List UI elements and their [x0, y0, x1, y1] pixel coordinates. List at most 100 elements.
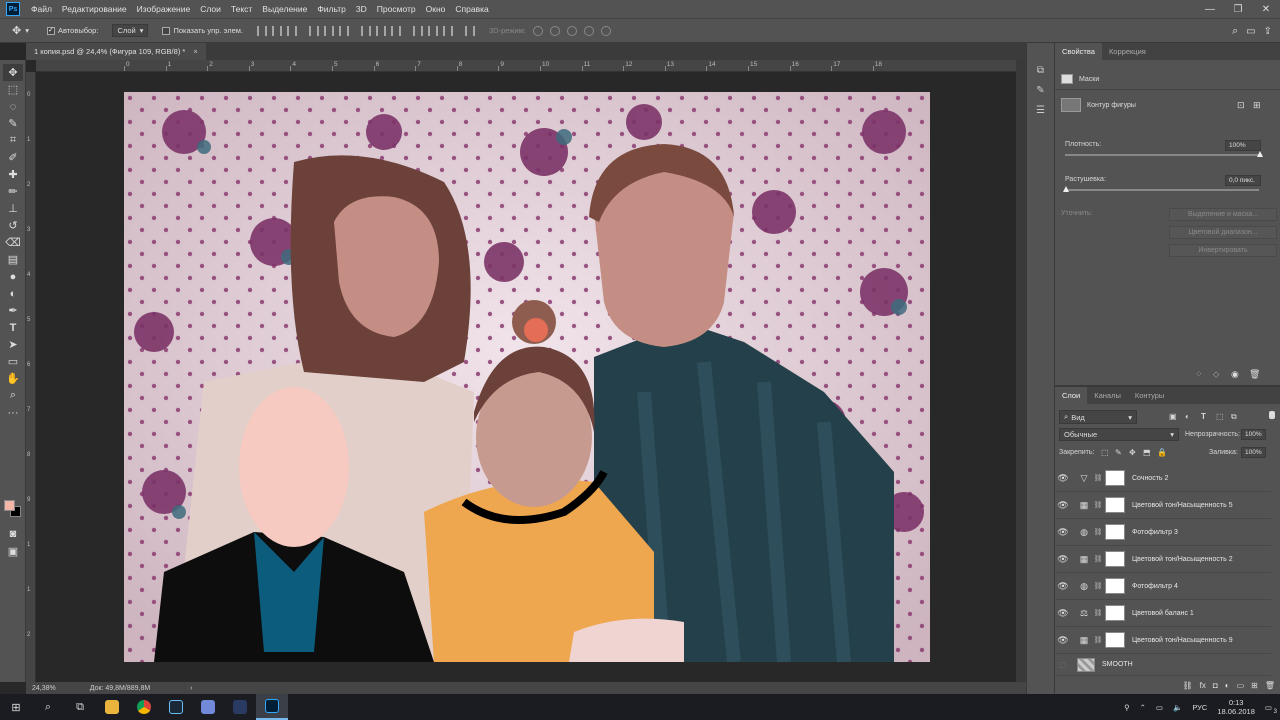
add-mask-icon[interactable]: ◘: [1213, 681, 1218, 690]
align-vcenter-icon[interactable]: [272, 25, 283, 36]
task-view-icon[interactable]: ⧉: [64, 694, 96, 720]
show-hidden-icons-icon[interactable]: ⌃: [1140, 703, 1146, 712]
lock-all-icon[interactable]: 🔒: [1157, 448, 1167, 457]
lasso-tool-icon[interactable]: ◌: [3, 98, 23, 115]
layer-name[interactable]: Цветовой тон/Насыщенность 9: [1132, 637, 1233, 644]
fill-input[interactable]: 100%: [1241, 447, 1266, 458]
show-controls-checkbox[interactable]: [162, 26, 171, 35]
eye-icon[interactable]: 👁: [1055, 500, 1071, 511]
clone-stamp-tool-icon[interactable]: ⊥: [3, 200, 23, 217]
select-mask-icon[interactable]: ⊡: [1237, 100, 1245, 111]
layer-filter-dropdown[interactable]: ⌕ Вид ▾: [1059, 410, 1137, 424]
eraser-tool-icon[interactable]: ⌫: [3, 234, 23, 251]
align-right-icon[interactable]: [339, 25, 350, 36]
opacity-input[interactable]: 100%: [1241, 429, 1266, 440]
type-tool-icon[interactable]: T: [3, 319, 23, 336]
distribute-hcenter-icon[interactable]: [428, 25, 439, 36]
layer-name[interactable]: Цветовой тон/Насыщенность 5: [1132, 502, 1233, 509]
layer-row[interactable]: 👁 ▦ ⛓ Цветовой тон/Насыщенность 9: [1055, 627, 1271, 654]
eye-icon[interactable]: 👁: [1055, 581, 1071, 592]
autoselect-option[interactable]: ✓ Автовыбор:: [46, 26, 98, 35]
show-controls-option[interactable]: Показать упр. элем.: [162, 26, 243, 35]
language-indicator[interactable]: РУС: [1192, 703, 1207, 712]
layer-name[interactable]: Цветовой тон/Насыщенность 2: [1132, 556, 1233, 563]
menu-3d[interactable]: 3D: [351, 4, 372, 14]
menu-view[interactable]: Просмотр: [372, 4, 421, 14]
crop-tool-icon[interactable]: ⌗: [3, 132, 23, 149]
chevron-right-icon[interactable]: ›: [190, 685, 192, 692]
density-slider[interactable]: [1065, 154, 1259, 156]
menu-type[interactable]: Текст: [226, 4, 257, 14]
lock-transparent-icon[interactable]: ⬚: [1101, 448, 1109, 457]
layer-name[interactable]: Цветовой баланс 1: [1132, 610, 1194, 617]
new-layer-icon[interactable]: ⊞: [1251, 681, 1258, 690]
layer-style-icon[interactable]: fx: [1200, 681, 1206, 690]
density-input[interactable]: 100%: [1225, 140, 1261, 151]
eye-hidden-slot[interactable]: □: [1055, 660, 1071, 670]
align-left-icon[interactable]: [309, 25, 320, 36]
feather-input[interactable]: 0,0 пикс.: [1225, 175, 1261, 186]
layer-mask-thumbnail[interactable]: [1105, 524, 1125, 540]
vector-mask-icon[interactable]: ⊞: [1253, 100, 1261, 111]
screen-mode-icon[interactable]: ▣: [3, 543, 23, 560]
apply-mask-icon[interactable]: ⬦: [1213, 369, 1219, 380]
layer-row[interactable]: 👁 ◍ ⛓ Фотофильтр 3: [1055, 519, 1271, 546]
document-canvas[interactable]: [124, 92, 930, 662]
layer-mask-thumbnail[interactable]: [1105, 551, 1125, 567]
filter-adjustment-icon[interactable]: ◐: [1185, 412, 1190, 421]
select-and-mask-button[interactable]: Выделение и маска...: [1169, 208, 1277, 221]
quick-mask-icon[interactable]: ◙: [3, 525, 23, 542]
volume-icon[interactable]: 🔈: [1173, 703, 1182, 712]
filter-shape-icon[interactable]: ⬚: [1216, 412, 1224, 421]
lock-image-icon[interactable]: ✎: [1115, 448, 1122, 457]
eyedropper-tool-icon[interactable]: ✐: [3, 149, 23, 166]
more-tools-icon[interactable]: ···: [3, 404, 23, 421]
roll-3d-icon[interactable]: [549, 25, 560, 36]
new-group-icon[interactable]: ▭: [1237, 681, 1245, 690]
new-adjustment-icon[interactable]: ◐: [1225, 681, 1230, 690]
layer-row[interactable]: 👁 ▦ ⛓ Цветовой тон/Насыщенность 5: [1055, 492, 1271, 519]
minimize-icon[interactable]: —: [1196, 0, 1224, 18]
autoselect-checkbox[interactable]: ✓: [46, 26, 55, 35]
load-selection-icon[interactable]: ⁘: [1195, 369, 1203, 380]
menu-layer[interactable]: Слои: [195, 4, 226, 14]
blur-tool-icon[interactable]: ●: [3, 268, 23, 285]
layer-mask-thumbnail[interactable]: [1105, 605, 1125, 621]
layer-row[interactable]: 👁 ◍ ⛓ Фотофильтр 4: [1055, 573, 1271, 600]
layer-name[interactable]: Фотофильтр 3: [1132, 529, 1178, 536]
filter-smart-object-icon[interactable]: ⧉: [1231, 412, 1237, 422]
history-panel-icon[interactable]: ⧉: [1033, 65, 1049, 79]
close-icon[interactable]: ✕: [1252, 0, 1280, 18]
quick-select-tool-icon[interactable]: ✎: [3, 115, 23, 132]
windows-start-icon[interactable]: ⊞: [0, 694, 32, 720]
filter-pixel-icon[interactable]: ▣: [1169, 412, 1177, 421]
scale-3d-icon[interactable]: [600, 25, 611, 36]
layer-mask-thumbnail[interactable]: [1105, 578, 1125, 594]
move-tool-icon[interactable]: ✥: [12, 24, 21, 37]
link-layers-icon[interactable]: ⛓: [1183, 681, 1193, 690]
adjustments-panel-icon[interactable]: ☰: [1033, 105, 1049, 119]
layer-row[interactable]: 👁 ⚖ ⛓ Цветовой баланс 1: [1055, 600, 1271, 627]
orbit-3d-icon[interactable]: [532, 25, 543, 36]
filter-type-icon[interactable]: T: [1201, 412, 1206, 421]
menu-select[interactable]: Выделение: [257, 4, 312, 14]
zoom-tool-icon[interactable]: ⌕: [3, 387, 23, 404]
lock-position-icon[interactable]: ✥: [1129, 448, 1136, 457]
slide-3d-icon[interactable]: [583, 25, 594, 36]
dodge-tool-icon[interactable]: ◐: [3, 285, 23, 302]
chrome-icon[interactable]: [128, 694, 160, 720]
lock-artboard-icon[interactable]: ⬒: [1143, 448, 1151, 457]
tab-properties[interactable]: Свойства: [1055, 43, 1102, 60]
tool-preset-dropdown-icon[interactable]: ▾: [25, 26, 29, 35]
move-tool-icon[interactable]: ✥: [3, 64, 23, 81]
layer-name[interactable]: SMOOTH: [1102, 661, 1133, 668]
photoshop-taskbar-icon[interactable]: [256, 694, 288, 720]
density-slider-handle[interactable]: [1257, 151, 1263, 157]
distribute-vcenter-icon[interactable]: [376, 25, 387, 36]
healing-brush-tool-icon[interactable]: ✚: [3, 166, 23, 183]
layer-row[interactable]: 👁 ▦ ⛓ Цветовой тон/Насыщенность 2: [1055, 546, 1271, 573]
layer-mask-thumbnail[interactable]: [1105, 632, 1125, 648]
distribute-top-icon[interactable]: [361, 25, 372, 36]
restore-icon[interactable]: ❐: [1224, 0, 1252, 18]
layer-name[interactable]: Сочность 2: [1132, 475, 1168, 482]
